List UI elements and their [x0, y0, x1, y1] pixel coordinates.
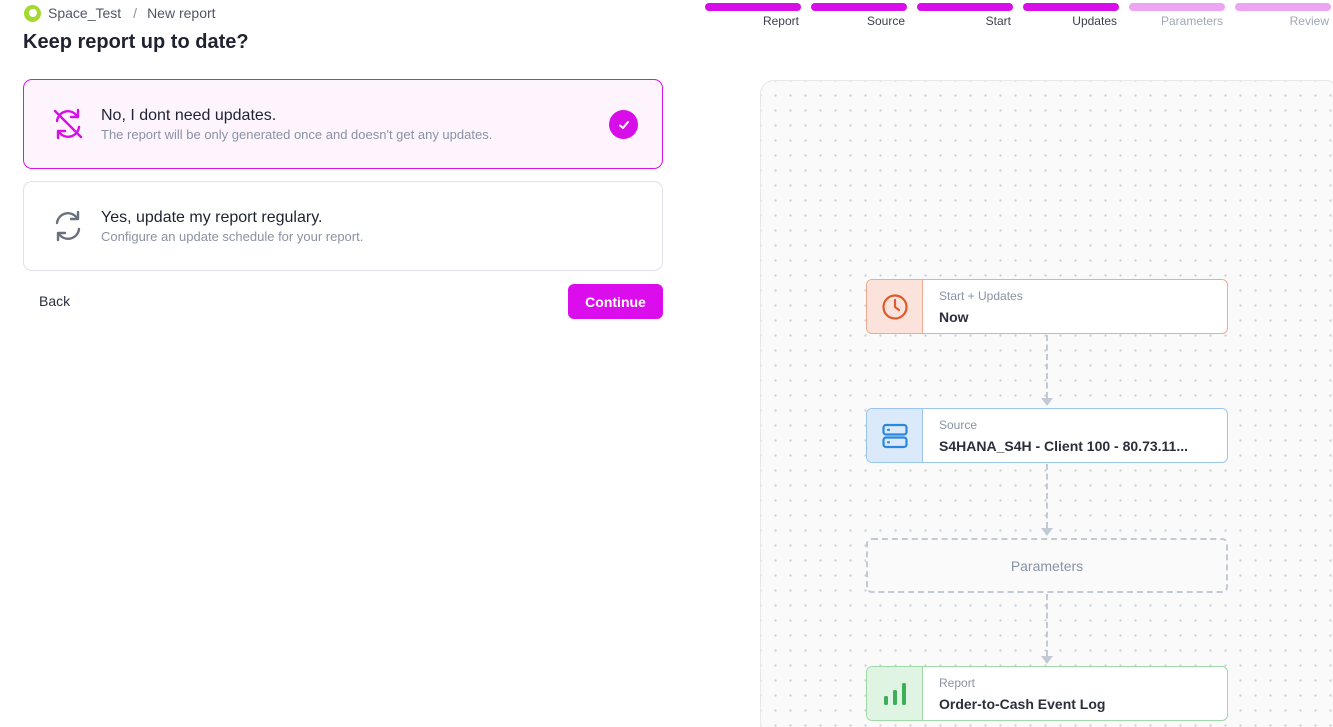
- check-icon: [609, 110, 638, 139]
- continue-button[interactable]: Continue: [568, 284, 663, 319]
- step-bar: [1129, 3, 1225, 11]
- option-update-regularly[interactable]: Yes, update my report regulary. Configur…: [23, 181, 663, 271]
- option-description: Configure an update schedule for your re…: [101, 229, 364, 244]
- node-value: Order-to-Cash Event Log: [939, 696, 1106, 712]
- node-label: Report: [939, 676, 976, 690]
- flow-node-start[interactable]: Start + Updates Now: [866, 279, 1228, 334]
- flow-node-report[interactable]: Report Order-to-Cash Event Log: [866, 666, 1228, 721]
- flow-connector: [1046, 464, 1048, 528]
- back-button[interactable]: Back: [23, 284, 86, 318]
- flow-node-parameters[interactable]: Parameters: [866, 538, 1228, 593]
- step-start[interactable]: Start: [917, 3, 1013, 28]
- option-description: The report will be only generated once a…: [101, 127, 493, 142]
- step-label: Updates: [1072, 14, 1117, 28]
- server-icon: [867, 409, 923, 462]
- page-title: Keep report up to date?: [23, 31, 249, 53]
- option-title: Yes, update my report regulary.: [101, 209, 323, 226]
- step-review: Review: [1235, 3, 1331, 28]
- node-label: Start + Updates: [939, 289, 1023, 303]
- breadcrumb-current: New report: [147, 5, 216, 21]
- flow-node-source[interactable]: Source S4HANA_S4H - Client 100 - 80.73.1…: [866, 408, 1228, 463]
- step-bar: [1235, 3, 1331, 11]
- step-bar: [1023, 3, 1119, 11]
- flow-arrow: [1041, 656, 1053, 664]
- clock-icon: [867, 280, 923, 333]
- node-label: Source: [939, 418, 978, 432]
- space-icon: [24, 4, 41, 22]
- node-value: S4HANA_S4H - Client 100 - 80.73.11...: [939, 438, 1188, 454]
- step-label: Report: [762, 14, 799, 28]
- step-bar: [811, 3, 907, 11]
- step-bar: [917, 3, 1013, 11]
- flow-arrow: [1041, 398, 1053, 406]
- flow-connector: [1046, 594, 1048, 656]
- bar-chart-icon: [867, 667, 923, 720]
- step-label: Start: [985, 14, 1011, 28]
- sync-icon: [51, 209, 85, 243]
- step-label: Parameters: [1160, 14, 1223, 28]
- breadcrumb: Space_Test / New report: [24, 4, 216, 22]
- breadcrumb-separator: /: [133, 5, 138, 21]
- step-report[interactable]: Report: [705, 3, 801, 28]
- step-label: Source: [866, 14, 905, 28]
- step-source[interactable]: Source: [811, 3, 907, 28]
- option-no-updates[interactable]: No, I dont need updates. The report will…: [23, 79, 663, 169]
- node-value: Now: [939, 309, 969, 325]
- step-bar: [705, 3, 801, 11]
- step-label: Review: [1289, 14, 1329, 28]
- flow-connector: [1046, 335, 1048, 398]
- breadcrumb-space[interactable]: Space_Test: [48, 5, 121, 21]
- step-updates[interactable]: Updates: [1023, 3, 1119, 28]
- sync-off-icon: [51, 107, 85, 141]
- flow-arrow: [1041, 528, 1053, 536]
- progress-stepper: Report Source Start Updates Parameters R…: [705, 3, 1333, 28]
- option-title: No, I dont need updates.: [101, 107, 277, 124]
- step-parameters: Parameters: [1129, 3, 1225, 28]
